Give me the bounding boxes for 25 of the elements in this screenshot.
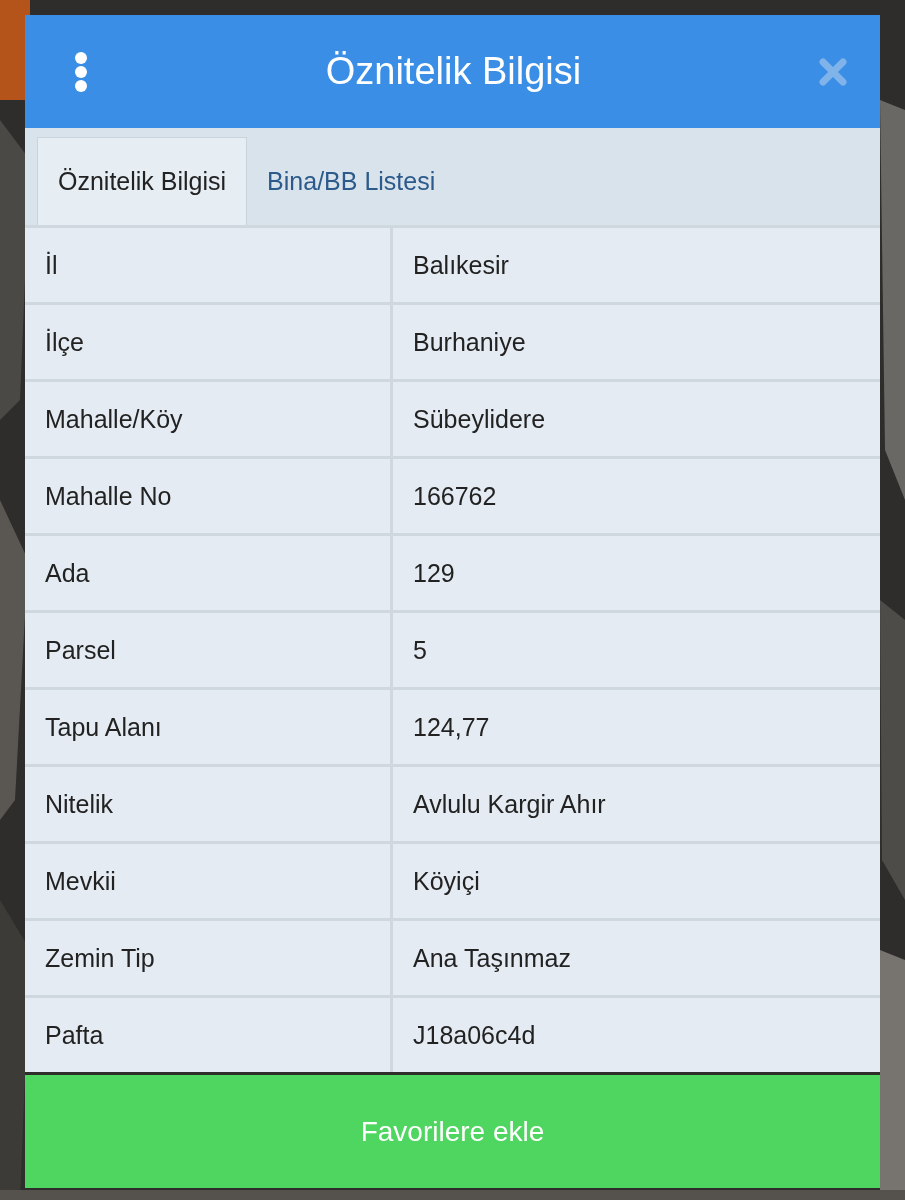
attribute-value: Köyiçi <box>393 844 880 918</box>
attribute-value: 166762 <box>393 459 880 533</box>
attribute-value: Burhaniye <box>393 305 880 379</box>
attribute-label: Zemin Tip <box>25 921 390 995</box>
attribute-value: 124,77 <box>393 690 880 764</box>
attribute-label: Nitelik <box>25 767 390 841</box>
attribute-label: Pafta <box>25 998 390 1072</box>
attribute-label: İl <box>25 228 390 302</box>
attribute-value: Sübeylidere <box>393 382 880 456</box>
attribute-value: Ana Taşınmaz <box>393 921 880 995</box>
attribute-label: Parsel <box>25 613 390 687</box>
tab[interactable]: Bina/BB Listesi <box>247 137 456 225</box>
attribute-label: Ada <box>25 536 390 610</box>
attribute-value: Balıkesir <box>393 228 880 302</box>
attribute-label: Mahalle No <box>25 459 390 533</box>
attribute-label: İlçe <box>25 305 390 379</box>
attribute-label: Mahalle/Köy <box>25 382 390 456</box>
attribute-value: J18a06c4d <box>393 998 880 1072</box>
attribute-value: 129 <box>393 536 880 610</box>
attribute-label: Mevkii <box>25 844 390 918</box>
attribute-label: Tapu Alanı <box>25 690 390 764</box>
tab[interactable]: Öznitelik Bilgisi <box>37 137 248 225</box>
attribute-value: Avlulu Kargir Ahır <box>393 767 880 841</box>
dialog-title: Öznitelik Bilgisi <box>325 50 582 93</box>
attribute-value: 5 <box>393 613 880 687</box>
